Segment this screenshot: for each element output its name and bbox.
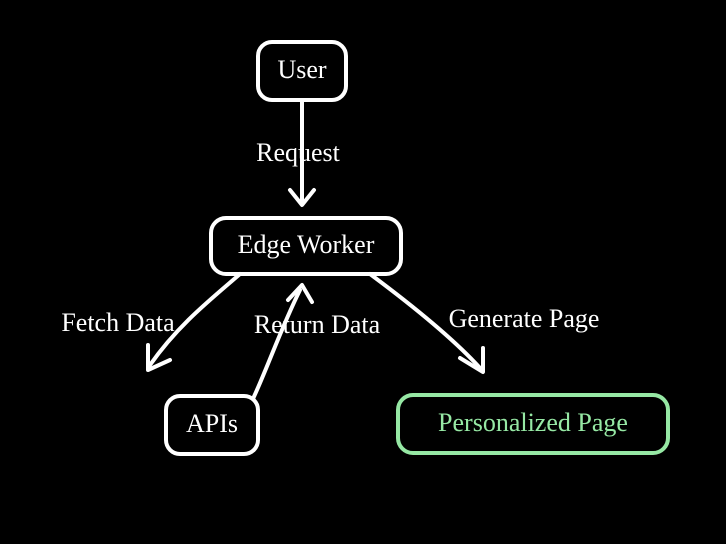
node-personalized-page-label: Personalized Page <box>438 408 628 437</box>
edge-return-data: Return Data <box>250 285 381 405</box>
node-apis: APIs <box>166 396 258 454</box>
node-user: User <box>258 42 346 100</box>
node-user-label: User <box>277 55 326 84</box>
edge-request-label: Request <box>256 138 341 167</box>
edge-fetch-data: Fetch Data <box>61 274 240 370</box>
edge-return-data-label: Return Data <box>254 310 381 339</box>
edge-generate-page-label: Generate Page <box>449 304 600 333</box>
node-edge-worker: Edge Worker <box>211 218 401 274</box>
node-apis-label: APIs <box>186 409 238 438</box>
edge-request: Request <box>256 100 341 205</box>
diagram-canvas: User Request Edge Worker Fetch Data Retu… <box>0 0 726 544</box>
edge-fetch-data-label: Fetch Data <box>61 308 175 337</box>
edge-generate-page: Generate Page <box>370 274 599 372</box>
node-edge-worker-label: Edge Worker <box>238 230 375 259</box>
node-personalized-page: Personalized Page <box>398 395 668 453</box>
